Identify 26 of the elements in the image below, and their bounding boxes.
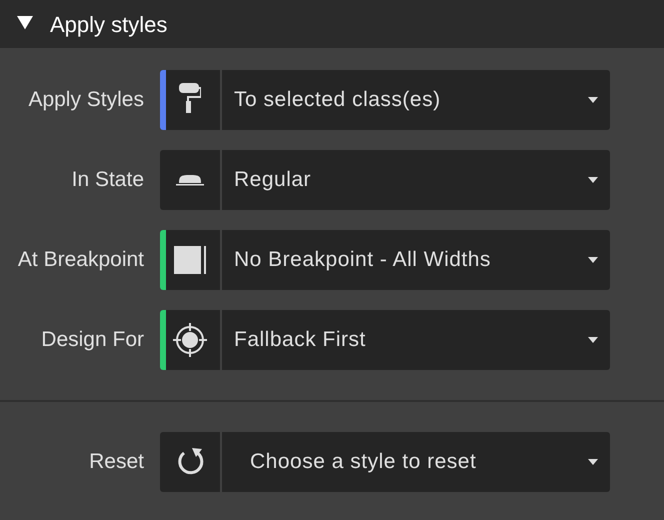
- icon-button[interactable]: [160, 310, 220, 370]
- caret-icon: [588, 97, 598, 103]
- icon-button[interactable]: [160, 150, 220, 210]
- icon-button[interactable]: [160, 432, 220, 492]
- caret-icon: [588, 459, 598, 465]
- breakpoint-icon: [174, 246, 206, 274]
- icon-button[interactable]: [160, 70, 220, 130]
- crosshair-icon: [173, 323, 207, 357]
- icon-button[interactable]: [160, 230, 220, 290]
- field-label: Reset: [88, 449, 145, 476]
- dropdown[interactable]: Choose a style to reset: [222, 432, 610, 492]
- disclosure-triangle-icon[interactable]: [16, 16, 34, 32]
- dropdown[interactable]: No Breakpoint - All Widths: [222, 230, 610, 290]
- section-header[interactable]: Apply styles: [0, 0, 664, 48]
- field-label: At Breakpoint: [16, 247, 145, 274]
- dropdown[interactable]: Regular: [222, 150, 610, 210]
- caret-icon: [588, 257, 598, 263]
- caret-icon: [588, 337, 598, 343]
- field-label: In State: [70, 167, 145, 194]
- field-label: Apply Styles: [27, 87, 145, 114]
- caret-icon: [588, 177, 598, 183]
- button-state-icon: [175, 174, 205, 186]
- dropdown[interactable]: Fallback First: [222, 310, 610, 370]
- field-label: Design For: [40, 327, 145, 354]
- section-title: Apply styles: [50, 10, 168, 39]
- dropdown[interactable]: To selected class(es): [222, 70, 610, 130]
